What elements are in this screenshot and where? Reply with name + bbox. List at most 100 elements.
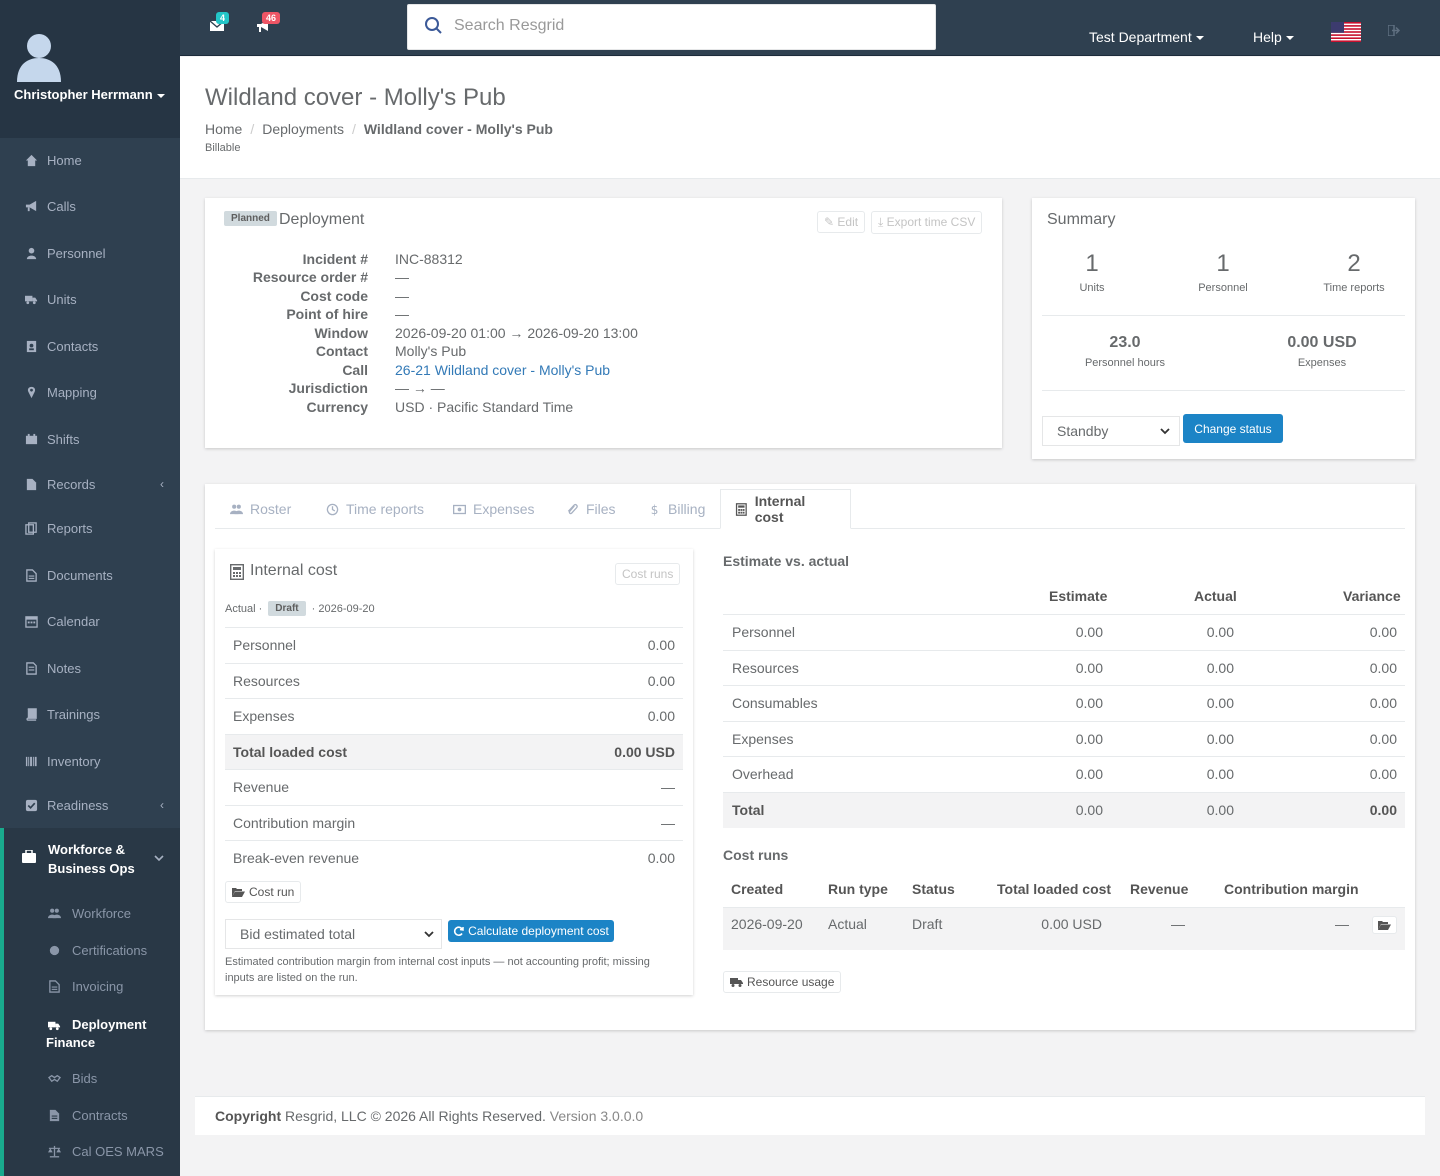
cost-row-label: Total loaded cost — [233, 744, 348, 760]
tab-roster[interactable]: Roster — [216, 489, 305, 529]
field-label: Window — [314, 325, 368, 341]
us-flag-icon[interactable] — [1331, 22, 1361, 42]
breadcrumb-deployments[interactable]: Deployments — [262, 121, 344, 137]
search-input[interactable] — [454, 17, 914, 35]
sign-out-icon[interactable] — [1388, 25, 1401, 36]
export-time-csv-button[interactable]: ⤓ Export time CSV — [871, 211, 983, 234]
sidebar-item-contacts[interactable]: Contacts — [0, 326, 180, 366]
call-link[interactable]: 26-21 Wildland cover - Molly's Pub — [395, 362, 610, 378]
sidebar-subitem-certifications[interactable]: Certifications — [4, 943, 180, 958]
calculator-icon — [230, 564, 244, 580]
sidebar-item-personnel[interactable]: Personnel — [0, 233, 180, 273]
document-icon — [25, 568, 37, 582]
actual-value: 0.00 — [1206, 731, 1234, 747]
profile-name[interactable]: Christopher Herrmann — [14, 87, 165, 102]
department-dropdown[interactable]: Test Department — [1089, 29, 1204, 45]
sidebar-subitem-invoicing[interactable]: Invoicing — [4, 979, 180, 994]
actual-value: 0.00 — [1206, 695, 1234, 711]
open-run-button[interactable] — [1372, 916, 1397, 934]
sidebar-item-reports[interactable]: Reports — [0, 508, 180, 548]
sidebar-subitem-bids[interactable]: Bids — [4, 1071, 180, 1086]
stat-units: 1 Units — [1079, 250, 1105, 294]
tab-expenses[interactable]: Expenses — [439, 489, 548, 529]
chevron-down-icon[interactable] — [154, 853, 164, 863]
breadcrumb-current: Wildland cover - Molly's Pub — [363, 121, 553, 137]
stat-expenses: 0.00 USD Expenses — [1287, 334, 1357, 369]
sidebar-item-calendar[interactable]: Calendar — [0, 601, 180, 641]
workforce-business-ops-toggle[interactable]: Workforce & Business Ops — [48, 840, 135, 878]
calculate-deployment-cost-button[interactable]: Calculate deployment cost — [448, 920, 614, 942]
sidebar-subitem-deployment-finance[interactable]: Deployment Finance — [4, 1016, 180, 1052]
sidebar-item-label: Calls — [47, 198, 76, 214]
sidebar-item-readiness[interactable]: Readiness ‹ — [0, 785, 180, 825]
cost-row-label: Break-even revenue — [233, 850, 360, 866]
sidebar-item-inventory[interactable]: Inventory — [0, 741, 180, 781]
cost-row-value: — — [661, 815, 675, 831]
cost-runs-button[interactable]: Cost runs — [615, 563, 681, 585]
stat-personnel: 1 Personnel — [1198, 250, 1248, 294]
deployment-heading: Deployment — [279, 211, 365, 228]
internal-cost-heading: Internal cost — [250, 562, 338, 579]
sidebar-subitem-workforce[interactable]: Workforce — [4, 906, 180, 921]
actual-value: 0.00 — [1206, 660, 1234, 676]
sidebar-item-label: Reports — [47, 520, 93, 536]
run-created: 2026-09-20 — [731, 916, 803, 932]
internal-cost-note: Estimated contribution margin from inter… — [225, 956, 650, 984]
address-book-icon — [26, 340, 36, 352]
cost-row-label: Contribution margin — [233, 815, 356, 831]
field-row: Currency USD · Pacific Standard Time — [205, 399, 995, 418]
sidebar-subitem-cal-oes-mars[interactable]: Cal OES MARS — [4, 1144, 180, 1159]
sidebar: Christopher Herrmann Home Calls Personnel U… — [0, 0, 180, 1176]
tab-time-reports[interactable]: Time reports — [312, 489, 438, 529]
change-status-button[interactable]: Change status — [1183, 414, 1283, 443]
estimate-row-label: Consumables — [732, 695, 818, 711]
sidebar-item-records[interactable]: Records ‹ — [0, 464, 180, 504]
status-badge: Planned — [224, 211, 277, 226]
edit-button[interactable]: ✎ Edit — [817, 211, 866, 233]
tab-files[interactable]: Files — [552, 489, 630, 529]
sidebar-item-trainings[interactable]: Trainings — [0, 694, 180, 734]
sidebar-item-label: Mapping — [47, 384, 97, 400]
sidebar-item-label: Units — [47, 291, 77, 307]
notifications-button[interactable]: 46 — [256, 12, 281, 36]
notifications-badge: 46 — [262, 12, 281, 24]
estimate-row-label: Expenses — [732, 731, 794, 747]
help-dropdown[interactable]: Help — [1253, 29, 1294, 45]
estimate-value: 0.00 — [1075, 660, 1103, 676]
status-select[interactable]: Standby — [1042, 416, 1180, 446]
sidebar-item-label: Home — [47, 152, 82, 168]
field-row: Cost code — — [205, 288, 995, 307]
sidebar-item-shifts[interactable]: Shifts — [0, 419, 180, 459]
tab-billing[interactable]: $ Billing — [634, 489, 719, 529]
sidebar-item-label: Notes — [47, 660, 81, 676]
divider — [1042, 315, 1405, 316]
sidebar-subitem-contracts[interactable]: Contracts — [4, 1108, 180, 1123]
tab-internal-cost[interactable]: Internal cost — [720, 489, 851, 529]
field-label: Point of hire — [286, 306, 368, 322]
sidebar-item-home[interactable]: Home — [0, 140, 180, 180]
sidebar-item-label: Readiness — [47, 797, 109, 813]
resource-usage-button[interactable]: Resource usage — [723, 971, 842, 993]
sidebar-item-documents[interactable]: Documents — [0, 555, 180, 595]
cost-runs-col-header: Revenue — [1130, 881, 1189, 897]
book-icon — [25, 707, 37, 721]
caret-down-icon — [1285, 36, 1294, 41]
sidebar-item-mapping[interactable]: Mapping — [0, 372, 180, 412]
user-icon — [26, 247, 36, 259]
avatar-icon[interactable] — [16, 30, 62, 82]
messages-button[interactable]: 4 — [209, 12, 230, 35]
sidebar-item-notes[interactable]: Notes — [0, 648, 180, 688]
balance-scale-icon — [47, 1145, 61, 1158]
page-title: Wildland cover - Molly's Pub — [205, 84, 506, 111]
field-value: — — [395, 288, 409, 304]
cost-run-button[interactable]: Cost run — [225, 881, 302, 903]
estimate-value: 0.00 — [1075, 624, 1103, 640]
contract-icon — [49, 1109, 59, 1122]
field-value: INC-88312 — [395, 251, 463, 267]
cost-basis-select[interactable]: Bid estimated total — [225, 919, 442, 949]
sidebar-item-calls[interactable]: Calls — [0, 186, 180, 226]
sidebar-item-label: Documents — [47, 567, 113, 583]
sidebar-item-units[interactable]: Units — [0, 279, 180, 319]
internal-cost-card: Internal cost Cost runs Actual · Draft ·… — [215, 549, 693, 995]
breadcrumb-home[interactable]: Home — [205, 121, 242, 137]
